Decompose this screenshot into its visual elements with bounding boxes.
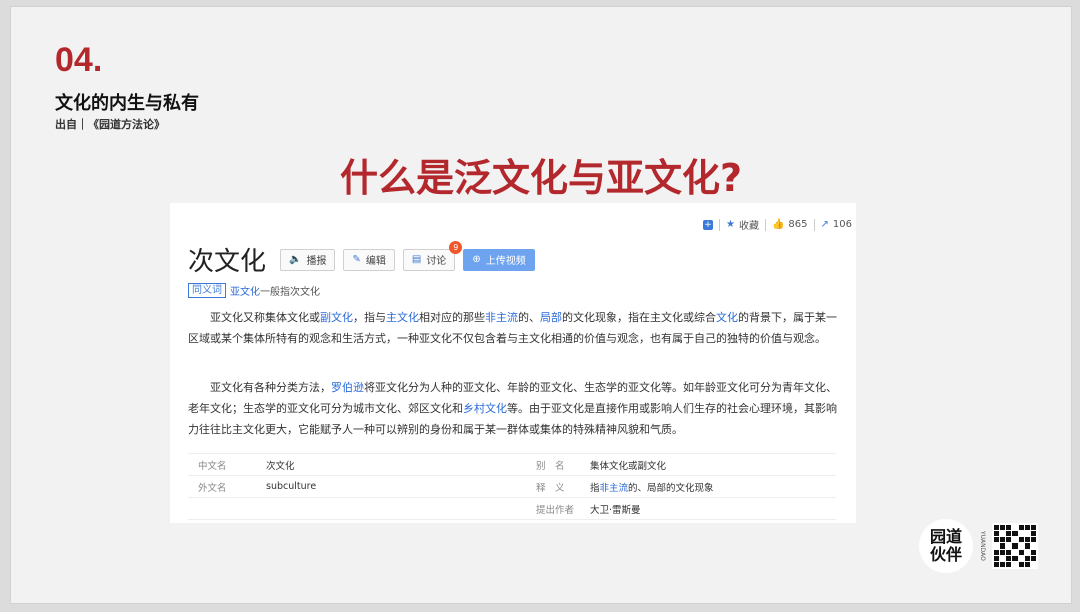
info-value: subculture — [266, 481, 317, 492]
link-fu-wenhua[interactable]: 副文化 — [320, 311, 353, 324]
share-icon: ↗ — [820, 219, 829, 230]
info-key: 中文名 — [198, 460, 227, 472]
slide: 04. 文化的内生与私有 出自｜《园道方法论》 什么是泛文化与亚文化? + ★ … — [10, 6, 1072, 604]
discuss-badge: 9 — [449, 240, 463, 254]
collect-label: 收藏 — [738, 221, 759, 232]
like-button[interactable]: 👍 865 — [772, 219, 808, 230]
headline: 什么是泛文化与亚文化? — [339, 156, 743, 200]
broadcast-button[interactable]: 🔈 播报 — [280, 248, 336, 271]
collect-button[interactable]: ★ 收藏 — [726, 217, 759, 232]
link-jubu[interactable]: 局部 — [540, 311, 562, 324]
like-count: 865 — [788, 219, 808, 230]
link-fei-zhuliu[interactable]: 非主流 — [485, 311, 518, 324]
info-value: 次文化 — [266, 460, 295, 472]
synonym-line: 同义词 亚文化 一般指次文化 — [188, 283, 320, 298]
section-number: 04. — [55, 41, 103, 79]
edit-button[interactable]: ✎ 编辑 — [343, 248, 395, 271]
upload-label: 上传视频 — [485, 256, 526, 267]
info-value: 指非主流的、局部的文化现象 — [590, 480, 836, 494]
discuss-label: 讨论 — [426, 256, 447, 267]
link-wenhua[interactable]: 文化 — [716, 311, 738, 324]
plus-square-icon[interactable]: + — [703, 219, 713, 230]
text: 的、 — [518, 311, 540, 324]
info-row: 中文名 次文化 别 名 集体文化或副文化 — [188, 454, 836, 476]
info-value: 集体文化或副文化 — [590, 460, 667, 472]
basic-info-table: 中文名 次文化 别 名 集体文化或副文化 外文名 subculture 释 义 … — [188, 453, 836, 520]
info-key: 提出作者 — [536, 504, 575, 516]
text: 亚文化有各种分类方法， — [210, 381, 331, 394]
comment-icon: ▤ — [411, 254, 422, 265]
link-robertson[interactable]: 罗伯逊 — [331, 381, 364, 394]
text: 亚文化又称集体文化或 — [210, 311, 320, 324]
paragraph-1: 亚文化又称集体文化或副文化，指与主文化相对应的那些非主流的、局部的文化现象，指在… — [188, 307, 838, 349]
encyclopedia-card: + ★ 收藏 👍 865 ↗ 106 次文化 🔈 播报 ✎ 编辑 ▤ 讨论 9 … — [170, 203, 856, 523]
logo-side-text: YUANDAO — [979, 531, 986, 561]
source-line: 出自｜《园道方法论》 — [55, 118, 165, 131]
info-key: 外文名 — [198, 482, 227, 494]
logo-mark: 园道 伙伴 — [919, 519, 973, 573]
divider — [719, 218, 720, 231]
speaker-icon: 🔈 — [289, 254, 302, 265]
text: ，指与 — [353, 311, 386, 324]
star-icon: ★ — [726, 219, 735, 230]
link-zhu-wenhua[interactable]: 主文化 — [386, 311, 419, 324]
text: 指 — [590, 482, 600, 494]
logo-line-2: 伙伴 — [929, 545, 962, 564]
entry-term: 次文化 — [188, 247, 267, 277]
link-fei-zhuliu-2[interactable]: 非主流 — [600, 483, 629, 494]
paragraph-2: 亚文化有各种分类方法，罗伯逊将亚文化分为人种的亚文化、年龄的亚文化、生态学的亚文… — [188, 377, 838, 440]
synonym-text: 一般指次文化 — [260, 287, 320, 298]
info-row: 外文名 subculture 释 义 指非主流的、局部的文化现象 — [188, 476, 836, 498]
divider — [764, 218, 766, 231]
term-row: 次文化 🔈 播报 ✎ 编辑 ▤ 讨论 9 ⊕ 上传视频 — [188, 240, 535, 278]
divider — [813, 218, 815, 231]
text: 的文化现象，指在主文化或综合 — [562, 311, 716, 324]
thumbs-up-icon: 👍 — [771, 219, 785, 230]
info-key: 别 名 — [536, 460, 565, 472]
entry-toolbar: + ★ 收藏 👍 865 ↗ 106 — [703, 217, 852, 232]
share-button[interactable]: ↗ 106 — [821, 219, 852, 230]
info-key: 释 义 — [536, 482, 565, 494]
synonym-link[interactable]: 亚文化 — [230, 283, 260, 298]
link-rural-culture[interactable]: 乡村文化 — [463, 402, 507, 415]
broadcast-label: 播报 — [306, 256, 327, 267]
discuss-button[interactable]: ▤ 讨论 9 — [402, 240, 463, 271]
pencil-icon: ✎ — [352, 254, 361, 265]
upload-video-button[interactable]: ⊕ 上传视频 — [463, 248, 535, 271]
logo-line-1: 园道 — [929, 527, 962, 546]
text: 的、局部的文化现象 — [628, 482, 714, 494]
info-row: 提出作者 大卫·雷斯曼 — [188, 498, 836, 520]
synonym-tag: 同义词 — [188, 283, 226, 298]
info-value: 大卫·雷斯曼 — [590, 504, 641, 516]
share-count: 106 — [832, 219, 852, 230]
plus-circle-icon: ⊕ — [472, 254, 481, 265]
edit-label: 编辑 — [365, 256, 386, 267]
qr-code-icon — [992, 523, 1038, 569]
section-title: 文化的内生与私有 — [55, 93, 199, 114]
brand-logo: 园道 伙伴 YUANDAO — [919, 519, 1038, 573]
text: 相对应的那些 — [419, 311, 485, 324]
